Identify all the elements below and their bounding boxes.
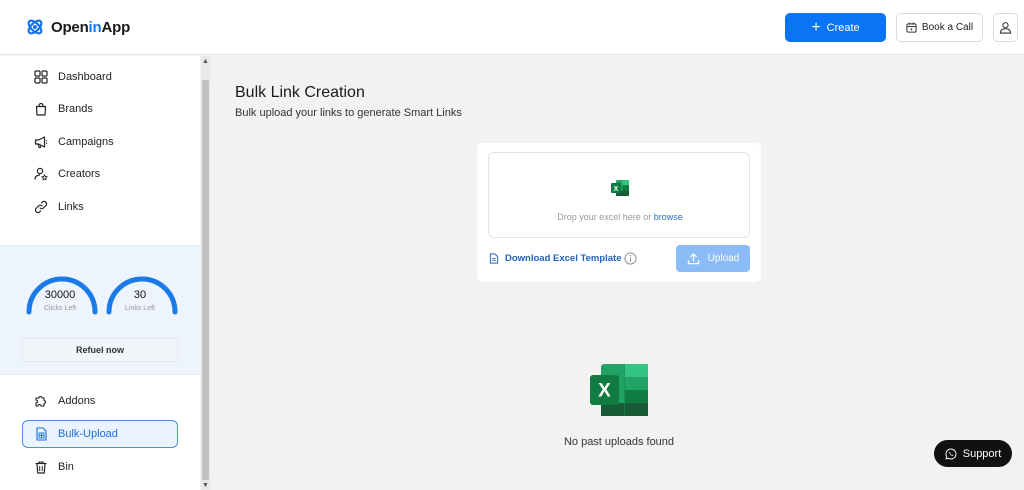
- page-title: Bulk Link Creation: [235, 84, 365, 101]
- sidebar-item-campaigns[interactable]: Campaigns: [22, 128, 178, 156]
- megaphone-icon: [34, 136, 48, 149]
- sidebar-item-brands[interactable]: Brands: [22, 95, 178, 123]
- whatsapp-icon: [945, 448, 957, 459]
- sidebar-item-label: Campaigns: [58, 136, 114, 148]
- sidebar-item-label: Addons: [58, 395, 96, 407]
- scroll-thumb[interactable]: [202, 80, 209, 480]
- logo[interactable]: OpeninApp: [25, 16, 130, 38]
- top-bar: OpeninApp + Create Book a Call: [0, 0, 1024, 55]
- support-label: Support: [962, 447, 1002, 460]
- sidebar-item-label: Links: [58, 201, 84, 213]
- user-star-icon: [34, 167, 48, 181]
- dropzone-text: Drop your excel here or browse: [557, 212, 683, 222]
- svg-text:X: X: [614, 186, 619, 193]
- calendar-icon: [906, 22, 917, 33]
- download-template-link[interactable]: Download Excel Template: [489, 253, 622, 264]
- upload-label: Upload: [707, 253, 740, 264]
- sidebar-item-bulk-upload[interactable]: Bulk-Upload: [22, 420, 178, 448]
- sidebar-item-bin[interactable]: Bin: [22, 453, 178, 481]
- links-left-label: Links Left: [125, 305, 155, 312]
- download-template-label: Download Excel Template: [505, 253, 622, 264]
- create-label: Create: [826, 21, 860, 34]
- sidebar-item-dashboard[interactable]: Dashboard: [22, 63, 178, 91]
- profile-button[interactable]: [993, 13, 1018, 42]
- sidebar-item-addons[interactable]: Addons: [22, 387, 178, 415]
- upload-icon: [687, 253, 699, 265]
- create-button[interactable]: + Create: [785, 13, 886, 42]
- sidebar: Dashboard Brands Campaigns Creators Link…: [0, 56, 200, 490]
- clicks-left-value: 30000: [44, 289, 76, 301]
- link-icon: [34, 200, 48, 214]
- svg-text:X: X: [598, 381, 611, 402]
- excel-large-icon: X: [590, 364, 648, 416]
- scroll-down-arrow-icon[interactable]: ▼: [202, 482, 209, 489]
- book-call-button[interactable]: Book a Call: [896, 13, 983, 42]
- sidebar-scrollbar[interactable]: ▲ ▼: [201, 56, 210, 490]
- file-dropzone[interactable]: X Drop your excel here or browse: [488, 152, 750, 238]
- sidebar-item-label: Brands: [58, 103, 93, 115]
- book-call-label: Book a Call: [921, 22, 974, 33]
- support-button[interactable]: Support: [934, 440, 1012, 467]
- links-left-value: 30: [133, 289, 147, 301]
- spreadsheet-icon: [36, 427, 47, 441]
- logo-text: OpeninApp: [51, 18, 131, 36]
- upload-card: X Drop your excel here or browse Downloa…: [477, 143, 761, 282]
- document-icon: [489, 253, 499, 264]
- sidebar-item-label: Creators: [58, 168, 101, 180]
- page-subtitle: Bulk upload your links to generate Smart…: [235, 107, 462, 119]
- puzzle-icon: [35, 396, 46, 407]
- sidebar-item-creators[interactable]: Creators: [22, 160, 178, 188]
- credits-panel: 30000 Clicks Left 30 Links Left Refuel n…: [0, 245, 200, 375]
- sidebar-item-label: Bulk-Upload: [58, 428, 118, 440]
- excel-icon: X: [611, 180, 629, 196]
- shopping-bag-icon: [35, 102, 47, 116]
- sidebar-item-label: Dashboard: [58, 71, 112, 83]
- browse-link[interactable]: browse: [654, 212, 683, 222]
- sidebar-item-label: Bin: [58, 461, 74, 473]
- grid-icon: [34, 70, 48, 84]
- refuel-button[interactable]: Refuel now: [22, 338, 178, 362]
- plus-icon: +: [811, 18, 821, 36]
- empty-state-text: No past uploads found: [563, 436, 675, 448]
- trash-icon: [35, 461, 47, 474]
- scroll-up-arrow-icon[interactable]: ▲: [202, 58, 209, 65]
- upload-button[interactable]: Upload: [676, 245, 750, 272]
- clicks-left-label: Clicks Left: [43, 305, 77, 312]
- user-icon: [999, 22, 1012, 34]
- info-icon[interactable]: [624, 252, 637, 265]
- sidebar-item-links[interactable]: Links: [22, 193, 178, 221]
- logo-icon: [27, 19, 43, 35]
